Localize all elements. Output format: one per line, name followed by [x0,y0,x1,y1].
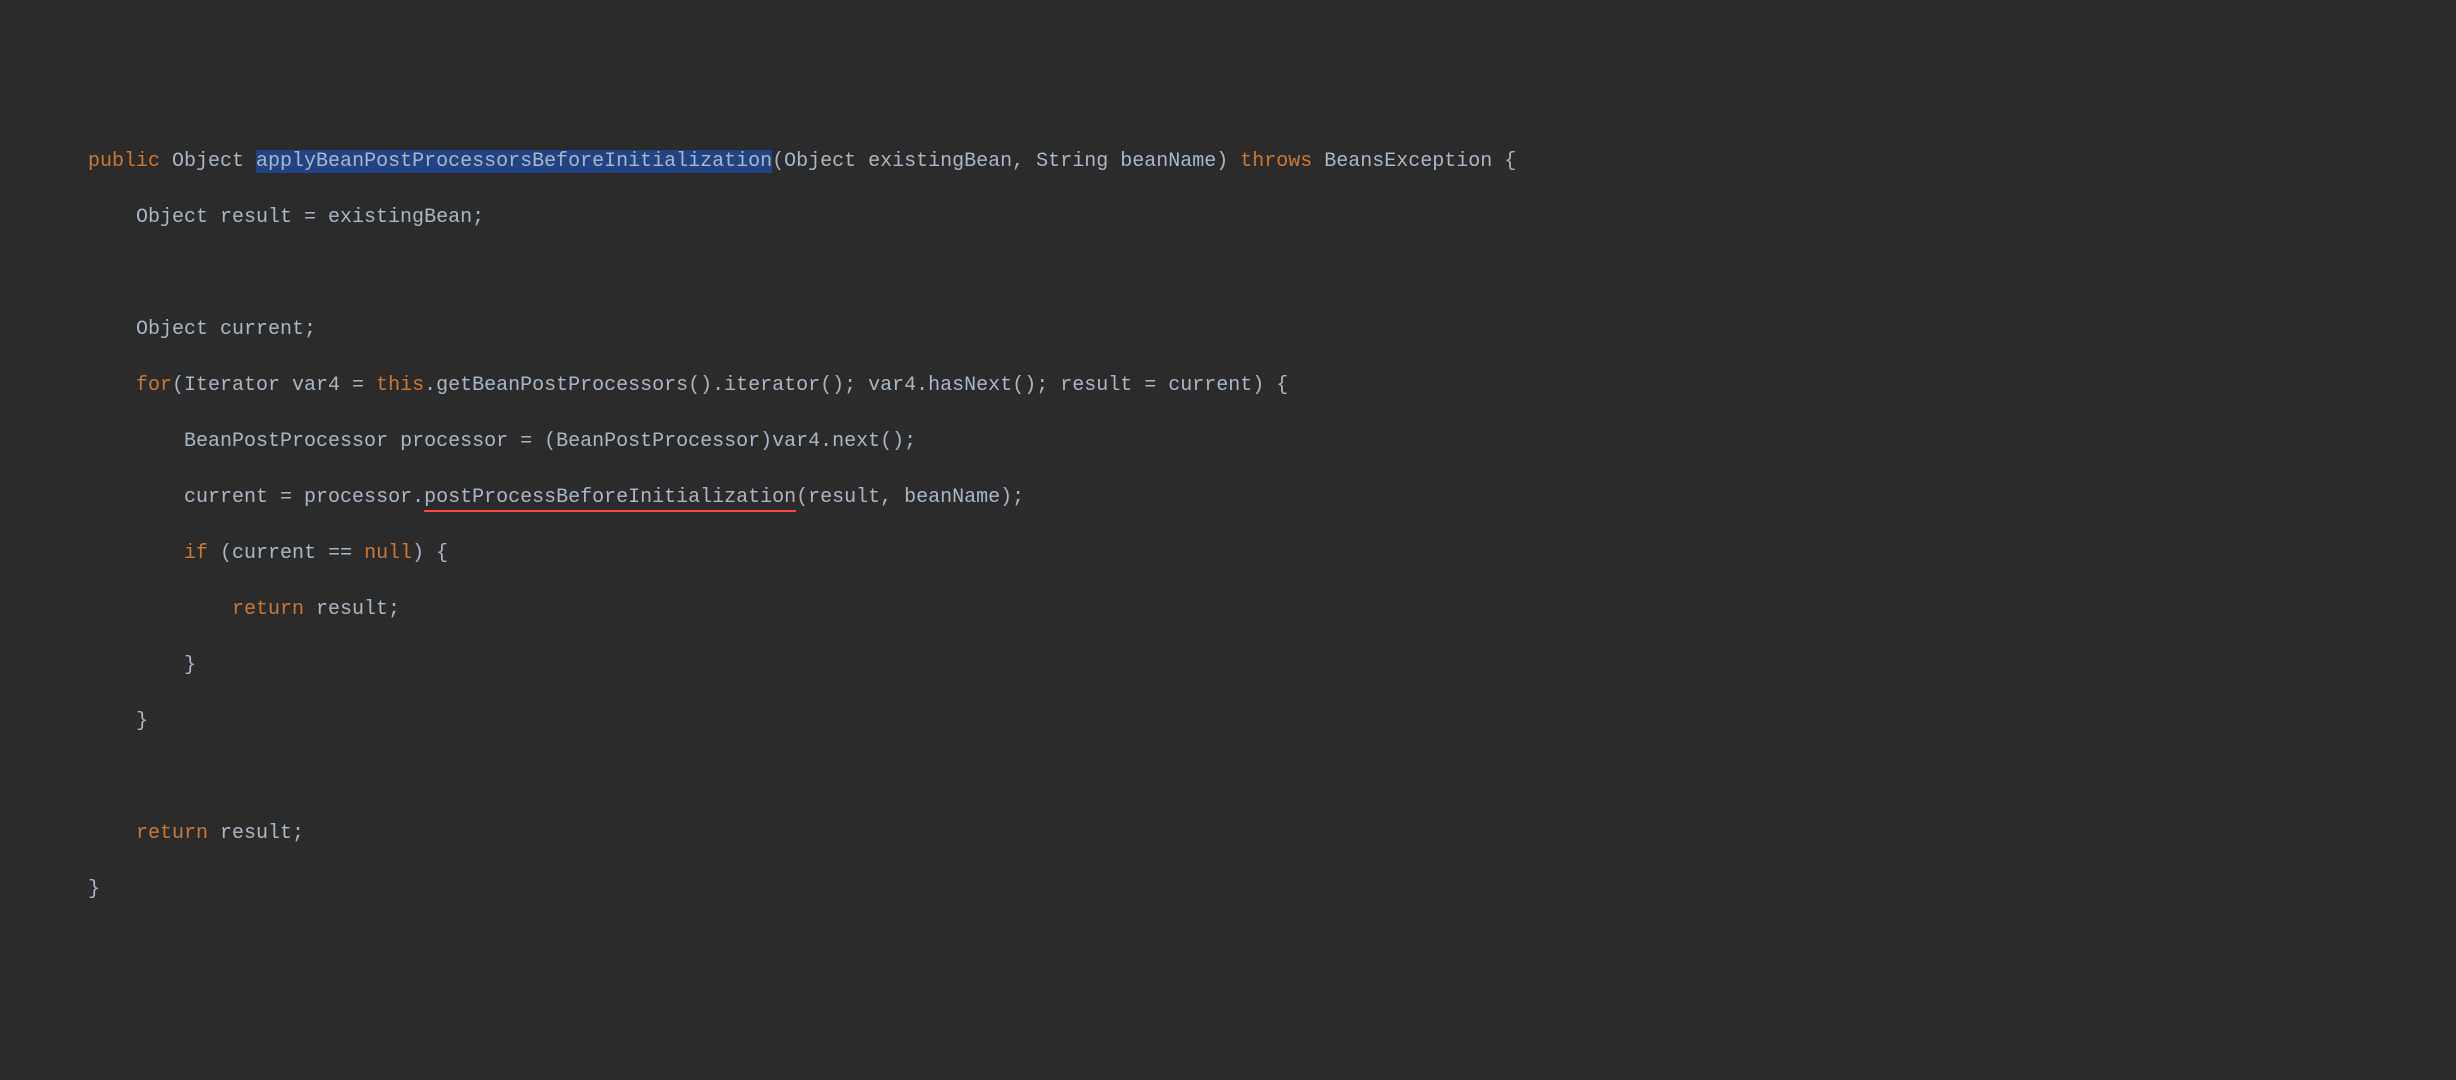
code-line-12 [0,764,2456,792]
indent [40,430,184,453]
code-line-11: } [0,708,2456,736]
code-line-13: return result; [0,820,2456,848]
indent [40,486,184,509]
code-line-1: public Object applyBeanPostProcessorsBef… [0,148,2456,176]
code-text: (result, beanName); [796,486,1024,509]
keyword-public: public [88,150,160,173]
code-line-3 [0,260,2456,288]
code-text: Object result = existingBean; [136,206,484,229]
code-line-14: } [0,876,2456,904]
code-text: (Iterator var4 = [172,374,376,397]
exception-type: BeansException { [1312,150,1516,173]
indent [40,598,232,621]
method-name-highlighted: applyBeanPostProcessorsBeforeInitializat… [256,150,772,173]
code-editor[interactable]: public Object applyBeanPostProcessorsBef… [0,120,2456,932]
code-line-9: return result; [0,596,2456,624]
code-text: Object current; [136,318,316,341]
code-line-6: BeanPostProcessor processor = (BeanPostP… [0,428,2456,456]
keyword-return: return [232,598,304,621]
keyword-return: return [136,822,208,845]
code-text: result; [304,598,400,621]
keyword-null: null [364,542,412,565]
code-text: ) { [412,542,448,565]
code-text: BeanPostProcessor processor = (BeanPostP… [184,430,916,453]
code-line-7: current = processor.postProcessBeforeIni… [0,484,2456,512]
code-text: } [88,878,100,901]
indent [40,542,184,565]
indent [40,318,136,341]
indent [40,878,88,901]
indent [40,654,184,677]
code-text: .getBeanPostProcessors().iterator(); var… [424,374,1288,397]
indent [40,206,136,229]
code-text: result; [208,822,304,845]
indent [40,150,88,173]
indent [40,374,136,397]
keyword-for: for [136,374,172,397]
code-line-8: if (current == null) { [0,540,2456,568]
method-call-underlined: postProcessBeforeInitialization [424,486,796,512]
code-line-5: for(Iterator var4 = this.getBeanPostProc… [0,372,2456,400]
code-text: current = processor. [184,486,424,509]
type-object: Object [160,150,256,173]
method-params: (Object existingBean, String beanName) [772,150,1240,173]
indent [40,710,136,733]
code-line-4: Object current; [0,316,2456,344]
code-line-2: Object result = existingBean; [0,204,2456,232]
indent [40,822,136,845]
code-line-10: } [0,652,2456,680]
keyword-throws: throws [1240,150,1312,173]
keyword-if: if [184,542,208,565]
code-text: } [184,654,196,677]
code-text: (current == [208,542,364,565]
keyword-this: this [376,374,424,397]
code-text: } [136,710,148,733]
